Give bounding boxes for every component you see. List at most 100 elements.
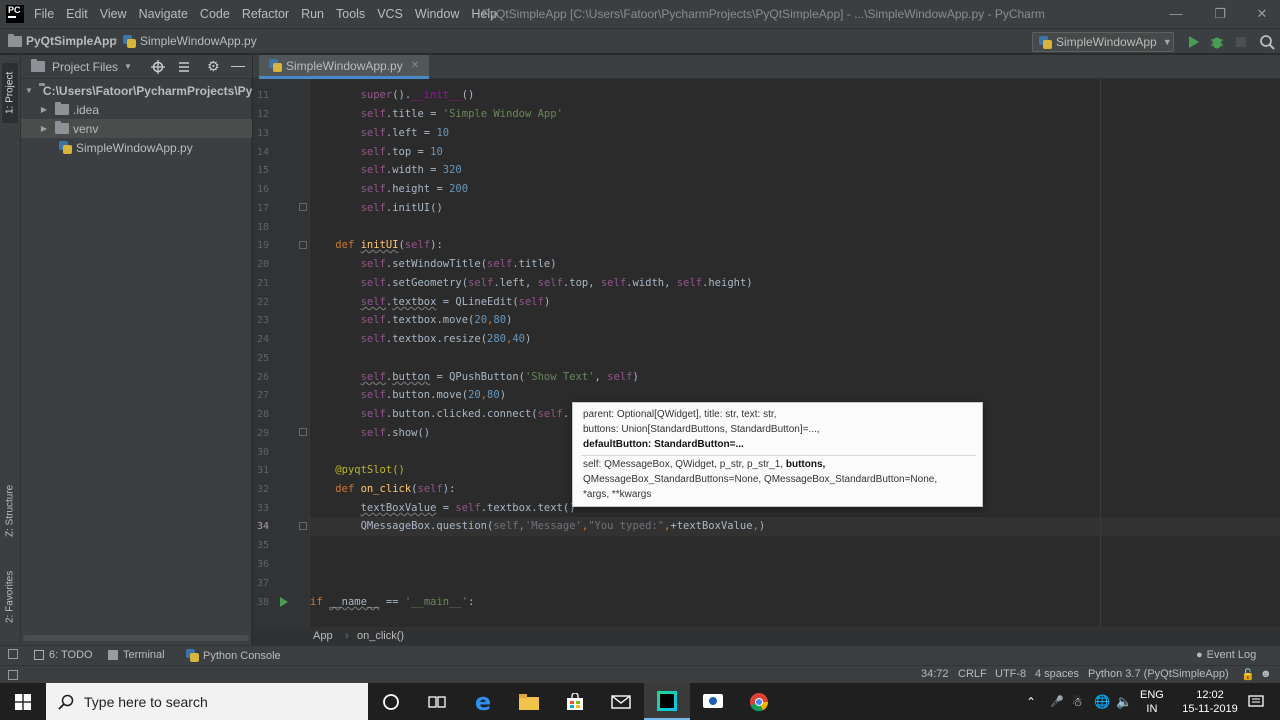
task-view-button[interactable]	[414, 683, 460, 720]
tab-todo[interactable]: 6: TODO	[34, 649, 93, 661]
status-indent[interactable]: 4 spaces	[1035, 668, 1079, 680]
project-panel-header: Project Files ▼ ⚙ —	[21, 55, 252, 79]
toggle-tool-windows-icon[interactable]	[8, 670, 18, 680]
gear-icon[interactable]: ⚙	[207, 58, 220, 75]
maximize-icon[interactable]: ❐	[1210, 4, 1230, 24]
breadcrumb-method[interactable]: on_click()	[357, 630, 404, 642]
status-encoding[interactable]: UTF-8	[995, 668, 1026, 680]
run-config-dropdown[interactable]: SimpleWindowApp ▼	[1032, 32, 1174, 52]
chevron-down-icon[interactable]: ▼	[124, 62, 132, 71]
status-line-separator[interactable]: CRLF	[958, 668, 987, 680]
mail-button[interactable]	[598, 683, 644, 720]
breadcrumb-class[interactable]: App	[313, 630, 333, 642]
menu-run[interactable]: Run	[301, 7, 324, 21]
menu-file[interactable]: File	[34, 7, 54, 21]
chrome-button[interactable]	[736, 683, 782, 720]
tooltip-line: QMessageBox_StandardButtons=None, QMessa…	[583, 474, 938, 485]
run-icon[interactable]	[1184, 33, 1202, 51]
line-number: 32	[256, 484, 269, 495]
collapse-all-icon[interactable]	[177, 60, 191, 74]
folder-icon	[55, 121, 69, 134]
tab-event-log[interactable]: ● Event Log	[1196, 649, 1256, 661]
show-hidden-icons-button[interactable]: ⌃	[1026, 683, 1036, 720]
project-view-selector[interactable]: Project Files	[52, 60, 118, 74]
line-number: 14	[256, 147, 269, 158]
fold-icon[interactable]	[299, 522, 307, 530]
code-editor[interactable]: super().__init__() self.title = 'Simple …	[310, 79, 1280, 627]
stop-icon[interactable]	[1232, 33, 1250, 51]
tree-item-label: C:\Users\Fatoor\PycharmProjects\PyQ	[42, 83, 252, 98]
edge-browser-button[interactable]: e	[460, 683, 506, 720]
hide-panel-icon[interactable]: —	[231, 57, 245, 73]
nav-crumb-file[interactable]: SimpleWindowApp.py	[123, 34, 257, 48]
cortana-circle-icon	[383, 693, 399, 710]
notifications-icon[interactable]	[1248, 683, 1264, 720]
tab-python-console[interactable]: Python Console	[186, 649, 281, 662]
close-tab-icon[interactable]: ✕	[411, 60, 419, 71]
taskbar-search-box[interactable]: Type here to search	[46, 683, 368, 720]
tooltip-line: self: QMessageBox, QWidget, p_str, p_str…	[583, 459, 825, 470]
microphone-icon[interactable]: 🎤	[1050, 683, 1064, 720]
cortana-button[interactable]	[368, 683, 414, 720]
tree-item-label: SimpleWindowApp.py	[76, 140, 193, 155]
code-line-22: self.textbox = QLineEdit(self)	[360, 296, 551, 308]
folder-icon	[31, 59, 45, 72]
locate-target-icon[interactable]	[151, 60, 165, 74]
edge-icon: e	[474, 687, 492, 716]
file-explorer-button[interactable]	[506, 683, 552, 720]
input-language[interactable]: ENG IN	[1140, 683, 1164, 720]
pycharm-taskbar-button[interactable]	[644, 683, 690, 720]
menu-refactor[interactable]: Refactor	[242, 7, 289, 21]
status-interpreter[interactable]: Python 3.7 (PyQtSimpleApp)	[1088, 668, 1229, 680]
tree-item-idea[interactable]: ▶ .idea	[21, 100, 252, 119]
tool-windows-icon[interactable]	[8, 649, 18, 659]
close-icon[interactable]: ✕	[1252, 4, 1272, 24]
code-line-20: self.setWindowTitle(self.title)	[360, 258, 557, 270]
tree-item-project-root[interactable]: ▼ C:\Users\Fatoor\PycharmProjects\PyQ	[21, 81, 252, 100]
start-button[interactable]	[0, 683, 46, 720]
tab-terminal[interactable]: Terminal	[108, 649, 165, 661]
screen-recorder-button[interactable]	[690, 683, 736, 720]
clock[interactable]: 12:02 15-11-2019	[1178, 683, 1242, 720]
code-line-29: self.show()	[360, 427, 431, 439]
menu-tools[interactable]: Tools	[336, 7, 365, 21]
tab-structure[interactable]: Z: Structure	[2, 475, 18, 547]
python-file-icon	[1039, 35, 1052, 49]
fold-icon[interactable]	[299, 241, 307, 249]
store-button[interactable]	[552, 683, 598, 720]
inspector-icon[interactable]: ☻	[1260, 668, 1272, 680]
menu-view[interactable]: View	[100, 7, 127, 21]
horizontal-scrollbar[interactable]	[23, 635, 249, 641]
menu-window[interactable]: Window	[415, 7, 459, 21]
debug-icon[interactable]	[1208, 33, 1226, 51]
chrome-icon	[750, 692, 769, 711]
tab-favorites[interactable]: 2: Favorites	[2, 563, 18, 631]
python-file-icon	[123, 34, 136, 48]
globe-icon[interactable]: 🌐	[1094, 683, 1110, 720]
tree-item-simplewindowapp[interactable]: SimpleWindowApp.py	[21, 138, 252, 157]
lock-icon[interactable]: 🔓	[1241, 668, 1255, 681]
menu-code[interactable]: Code	[200, 7, 230, 21]
menu-vcs[interactable]: VCS	[377, 7, 403, 21]
network-icon[interactable]: ☃	[1072, 683, 1083, 720]
search-icon[interactable]	[1258, 33, 1276, 51]
search-placeholder: Type here to search	[84, 693, 208, 710]
tree-item-venv[interactable]: ▶ venv	[21, 119, 252, 138]
tooltip-separator	[581, 455, 976, 456]
tab-simplewindowapp[interactable]: SimpleWindowApp.py ✕	[259, 55, 430, 79]
menu-navigate[interactable]: Navigate	[139, 7, 188, 21]
nav-crumb-project[interactable]: PyQtSimpleApp	[8, 33, 117, 48]
fold-icon[interactable]	[299, 203, 307, 211]
code-line-13: self.left = 10	[360, 127, 450, 139]
tab-project[interactable]: 1: Project	[2, 63, 18, 123]
search-icon	[58, 694, 74, 710]
minimize-icon[interactable]: —	[1166, 4, 1186, 24]
menu-edit[interactable]: Edit	[66, 7, 88, 21]
volume-icon[interactable]: 🔈	[1116, 683, 1132, 720]
code-line-15: self.width = 320	[360, 164, 462, 176]
status-caret-position[interactable]: 34:72	[921, 668, 949, 680]
fold-icon[interactable]	[299, 428, 307, 436]
run-gutter-icon[interactable]	[279, 597, 289, 607]
python-file-icon	[59, 141, 72, 154]
line-number: 36	[256, 559, 269, 570]
